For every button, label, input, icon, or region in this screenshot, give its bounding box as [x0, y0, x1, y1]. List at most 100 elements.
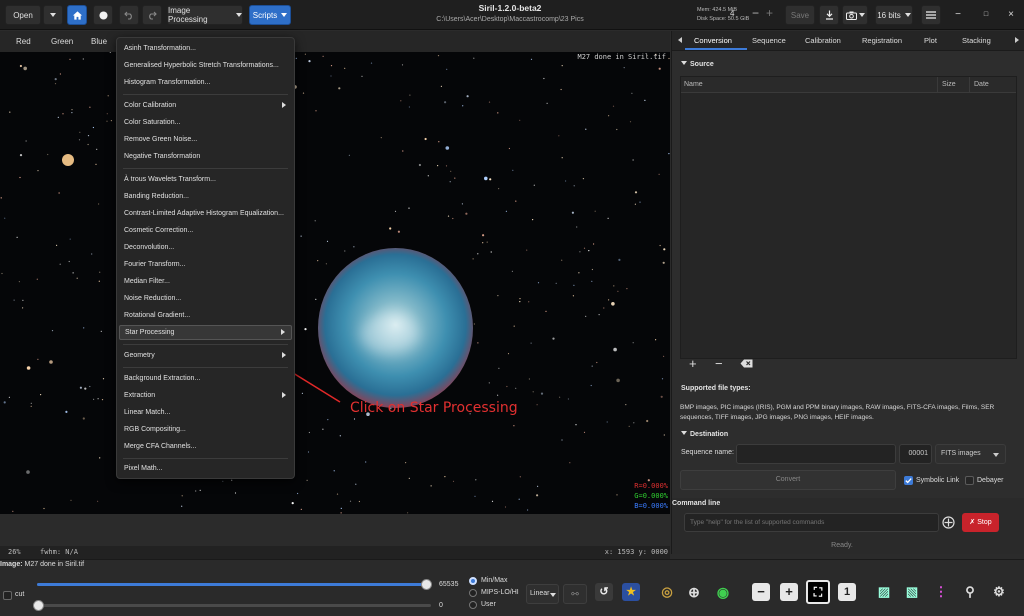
menu-item-banding-reduction[interactable]: Banding Reduction... [119, 189, 292, 204]
image-transform-icon[interactable]: ▧ [903, 583, 921, 601]
image-processing-button[interactable]: Image Processing [167, 5, 243, 25]
clear-list-button[interactable] [740, 359, 753, 370]
command-input[interactable] [684, 513, 939, 532]
menu-item-asinh[interactable]: Asinh Transformation... [119, 41, 292, 56]
destination-section-header[interactable]: Destination [681, 431, 728, 438]
zoom-out-icon[interactable]: − [752, 583, 770, 601]
sequence-name-input[interactable] [736, 444, 896, 464]
tab-blue[interactable]: Blue [91, 37, 107, 46]
hamburger-menu-button[interactable] [921, 5, 941, 25]
tabs-scroll-right-icon[interactable] [1015, 37, 1019, 43]
radio-mips[interactable] [469, 589, 477, 597]
tab-calibration[interactable]: Calibration [805, 36, 841, 45]
minimize-button[interactable]: − [950, 7, 966, 23]
add-files-button[interactable]: + [689, 356, 697, 371]
scripts-button[interactable]: Scripts [249, 5, 291, 25]
symbolic-link-checkbox[interactable] [904, 476, 913, 485]
menu-item-noise-reduction[interactable]: Noise Reduction... [119, 291, 292, 306]
menu-item-negative[interactable]: Negative Transformation [119, 149, 292, 164]
menu-item-extraction[interactable]: Extraction [119, 388, 292, 403]
camera-icon [845, 11, 857, 20]
menu-item-cosmetic-correction[interactable]: Cosmetic Correction... [119, 223, 292, 238]
tab-plot[interactable]: Plot [924, 36, 937, 45]
star-icon[interactable]: ★ [622, 583, 640, 601]
menu-item-rgb-compositing[interactable]: RGB Compositing... [119, 422, 292, 437]
tabs-scroll-left-icon[interactable] [678, 37, 682, 43]
stop-button[interactable]: ✗ Stop [962, 513, 999, 532]
radio-user[interactable] [469, 601, 477, 609]
tab-green[interactable]: Green [51, 37, 73, 46]
menu-item-pixel-math[interactable]: Pixel Math... [119, 461, 292, 476]
thread-increase-button[interactable]: + [766, 6, 773, 20]
source-section-header[interactable]: Source [681, 61, 714, 68]
menu-item-color-saturation[interactable]: Color Saturation... [119, 115, 292, 130]
min-slider-track[interactable] [37, 604, 431, 607]
radio-minmax[interactable] [469, 577, 477, 585]
header-bar: Open Image Processing Scripts Siril-1.2.… [0, 0, 1024, 30]
save-as-button[interactable] [819, 5, 839, 25]
split-channels-icon[interactable]: ⋮ [932, 583, 950, 601]
menu-item-fourier[interactable]: Fourier Transform... [119, 257, 292, 272]
maximize-button[interactable]: □ [978, 7, 994, 23]
snapshot-button[interactable] [842, 5, 868, 25]
sequence-index-input[interactable]: 00001 [899, 444, 932, 464]
column-size[interactable]: Size [942, 81, 956, 88]
column-name[interactable]: Name [684, 81, 703, 88]
debayer-checkbox[interactable] [965, 476, 974, 485]
link-toggle[interactable]: ⚯ [563, 584, 587, 604]
remove-file-button[interactable]: − [715, 356, 723, 371]
menu-item-wavelets[interactable]: À trous Wavelets Transform... [119, 172, 292, 187]
tab-red[interactable]: Red [16, 37, 31, 46]
menu-item-deconvolution[interactable]: Deconvolution... [119, 240, 292, 255]
menu-item-star-processing[interactable]: Star Processing [119, 325, 292, 340]
image-edit-icon[interactable]: ▨ [875, 583, 893, 601]
menu-item-geometry[interactable]: Geometry [119, 348, 292, 363]
cut-checkbox[interactable] [3, 591, 12, 600]
bit-depth-select[interactable]: 16 bits [875, 5, 913, 25]
convert-button[interactable]: Convert [680, 470, 896, 490]
undo-button[interactable] [119, 5, 139, 25]
home-button[interactable] [67, 5, 87, 25]
open-button[interactable]: Open [5, 5, 41, 25]
menu-item-remove-green-noise[interactable]: Remove Green Noise... [119, 132, 292, 147]
column-date[interactable]: Date [974, 81, 989, 88]
redo-button[interactable] [142, 5, 162, 25]
max-value[interactable]: 65535 [439, 581, 458, 588]
menu-item-linear-match[interactable]: Linear Match... [119, 405, 292, 420]
min-value[interactable]: 0 [439, 602, 443, 609]
record-button[interactable] [93, 5, 113, 25]
zoom-fit-icon[interactable]: ⛶ [806, 580, 830, 604]
min-slider-knob[interactable] [33, 600, 44, 611]
menu-item-ghs[interactable]: Generalised Hyperbolic Stretch Transform… [119, 58, 292, 73]
command-input-field[interactable] [685, 514, 938, 531]
settings-icon[interactable]: ⚙ [990, 583, 1008, 601]
tab-sequence[interactable]: Sequence [752, 36, 786, 45]
tab-stacking[interactable]: Stacking [962, 36, 991, 45]
tab-conversion[interactable]: Conversion [694, 36, 732, 45]
menu-item-color-calibration[interactable]: Color Calibration [119, 98, 292, 113]
scale-select[interactable]: Linear [526, 584, 559, 604]
menu-item-median-filter[interactable]: Median Filter... [119, 274, 292, 289]
target-icon[interactable]: ◉ [714, 583, 732, 601]
output-format-select[interactable]: FITS images [935, 444, 1006, 464]
open-recent-dropdown[interactable] [43, 5, 63, 25]
max-slider-knob[interactable] [421, 579, 432, 590]
thread-decrease-button[interactable]: − [752, 6, 759, 20]
photometry-icon[interactable]: ◎ [658, 583, 676, 601]
menu-item-merge-cfa[interactable]: Merge CFA Channels... [119, 439, 292, 454]
tab-registration[interactable]: Registration [862, 36, 902, 45]
zoom-100-icon[interactable]: 1 [838, 583, 856, 601]
image-viewport[interactable]: M27 done in Siril.tif Click on Star Proc… [0, 52, 670, 514]
globe-icon[interactable]: ⊕ [685, 583, 703, 601]
menu-item-background-extraction[interactable]: Background Extraction... [119, 371, 292, 386]
save-button[interactable]: Save [785, 5, 815, 25]
file-list[interactable]: Name Size Date [680, 76, 1017, 359]
close-button[interactable]: × [1003, 7, 1019, 23]
menu-item-clahe[interactable]: Contrast-Limited Adaptive Histogram Equa… [119, 206, 292, 221]
command-help-button[interactable] [942, 516, 955, 531]
rotate-icon[interactable]: ↺ [595, 583, 613, 601]
menu-item-histogram[interactable]: Histogram Transformation... [119, 75, 292, 90]
zoom-in-icon[interactable]: + [780, 583, 798, 601]
astrometry-icon[interactable]: ⚲ [961, 583, 979, 601]
menu-item-rotational-gradient[interactable]: Rotational Gradient... [119, 308, 292, 323]
